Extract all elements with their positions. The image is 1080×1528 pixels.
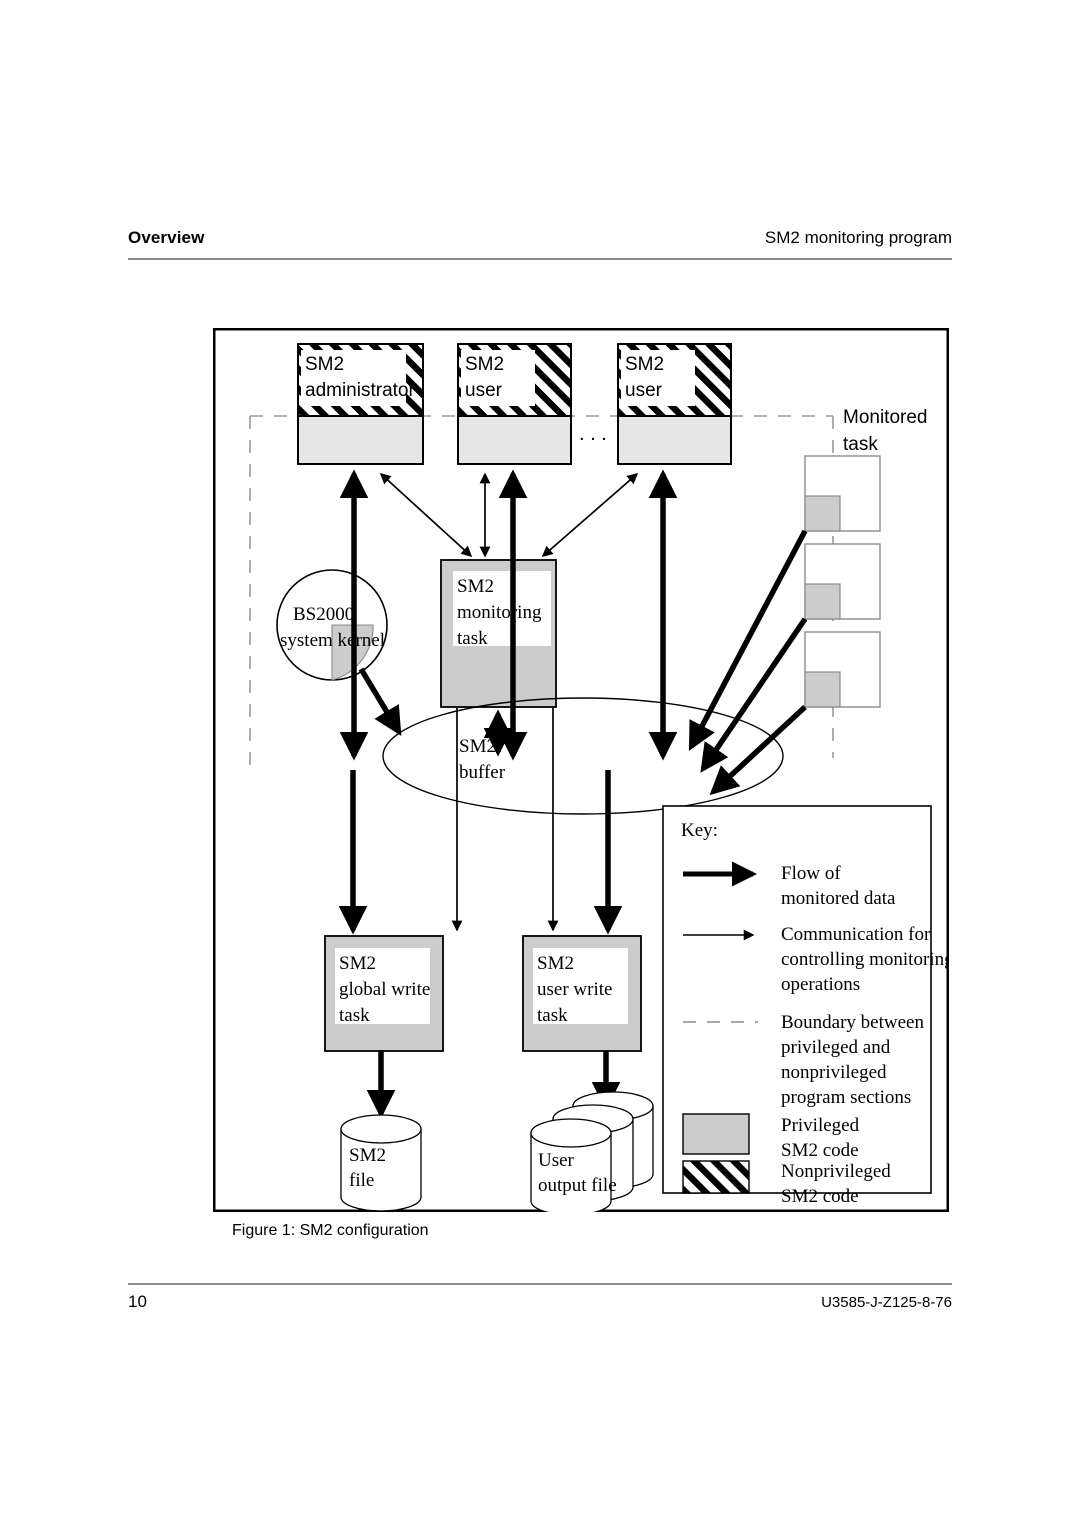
node-sm2-user-2-line2: user [625,380,663,401]
figure-caption: Figure 1: SM2 configuration [232,1222,429,1239]
monitored-task-box-2[interactable] [804,543,881,620]
node-sm2-user-write-task-line3: task [537,1005,568,1026]
node-bs2000-line2: system kernel [280,630,385,651]
monitored-task-box-1[interactable] [804,455,881,532]
key-item-2-line1: Boundary between [781,1012,924,1033]
page-number: 10 [128,1292,147,1311]
key-item-3-line2: SM2 code [781,1140,859,1161]
label-monitored-task-line1: Monitored [843,407,928,428]
node-sm2-global-write-task-line2: global write [339,979,430,1000]
node-sm2-file-line2: file [349,1170,374,1191]
node-sm2-buffer-line2: buffer [459,762,506,783]
key-item-0-line2: monitored data [781,888,896,909]
node-sm2-monitoring-task-line3: task [457,628,488,649]
node-sm2-user-write-task-line1: SM2 [537,953,574,974]
hatched-swatch-icon [682,1160,750,1194]
document-page: Overview SM2 monitoring program SM2 admi… [0,0,1080,1528]
node-sm2-monitoring-task[interactable]: SM2 monitoring task [440,559,557,708]
key-item-4-line1: Nonprivileged [781,1161,891,1182]
running-header: Overview SM2 monitoring program [128,228,952,262]
node-sm2-user-2[interactable]: SM2 user [617,343,732,465]
node-sm2-administrator-line2: administrator [305,380,415,401]
node-sm2-user-2-line1: SM2 [625,354,664,375]
running-header-left: Overview [128,228,205,247]
key-title: Key: [681,820,718,841]
node-sm2-global-write-task-line1: SM2 [339,953,376,974]
monitored-task-box-3[interactable] [804,631,881,708]
node-sm2-user-1-line2: user [465,380,503,401]
key-item-2-line4: program sections [781,1087,911,1108]
running-header-right: SM2 monitoring program [764,228,952,247]
node-sm2-user-1-line1: SM2 [465,354,504,375]
figure-key-panel: Key: Flow of monitored data Communicatio… [662,805,949,1207]
footer-rule [128,1283,952,1285]
key-item-1-line1: Communication for [781,924,931,945]
node-sm2-monitoring-task-line1: SM2 [457,576,494,597]
node-sm2-administrator[interactable]: SM2 administrator [297,343,424,465]
gray-swatch-icon [682,1113,750,1155]
node-sm2-user-write-task-line2: user write [537,979,612,1000]
header-rule [128,258,952,260]
key-item-2-line2: privileged and [781,1037,891,1058]
node-sm2-user-1[interactable]: SM2 user [457,343,572,465]
node-sm2-file-line1: SM2 [349,1145,386,1166]
label-monitored-task-line2: task [843,434,878,455]
node-sm2-buffer-line1: SM2 [459,736,496,757]
key-item-3-line1: Privileged [781,1115,860,1136]
node-sm2-global-write-task-line3: task [339,1005,370,1026]
node-sm2-user-write-task[interactable]: SM2 user write task [522,935,642,1052]
node-sm2-file[interactable]: SM2 file [340,1114,422,1212]
node-user-output-file-line2: output file [538,1175,617,1196]
key-item-2-line3: nonprivileged [781,1062,887,1083]
node-bs2000-system-kernel[interactable]: BS2000 system kernel [276,569,388,681]
document-id: U3585-J-Z125-8-76 [821,1294,952,1311]
node-ellipsis: . . . [579,423,607,445]
figure-sm2-configuration: SM2 administrator SM2 user . . . SM2 use… [213,328,949,1212]
node-bs2000-line1: BS2000 [293,604,354,625]
key-item-1-line3: operations [781,974,860,995]
node-user-output-file-line1: User [538,1150,575,1171]
key-item-0-line1: Flow of [781,863,841,884]
key-item-1-line2: controlling monitoring [781,949,949,970]
node-sm2-global-write-task[interactable]: SM2 global write task [324,935,444,1052]
node-sm2-administrator-line1: SM2 [305,354,344,375]
node-sm2-monitoring-task-line2: monitoring [457,602,542,623]
key-item-4-line2: SM2 code [781,1186,859,1207]
